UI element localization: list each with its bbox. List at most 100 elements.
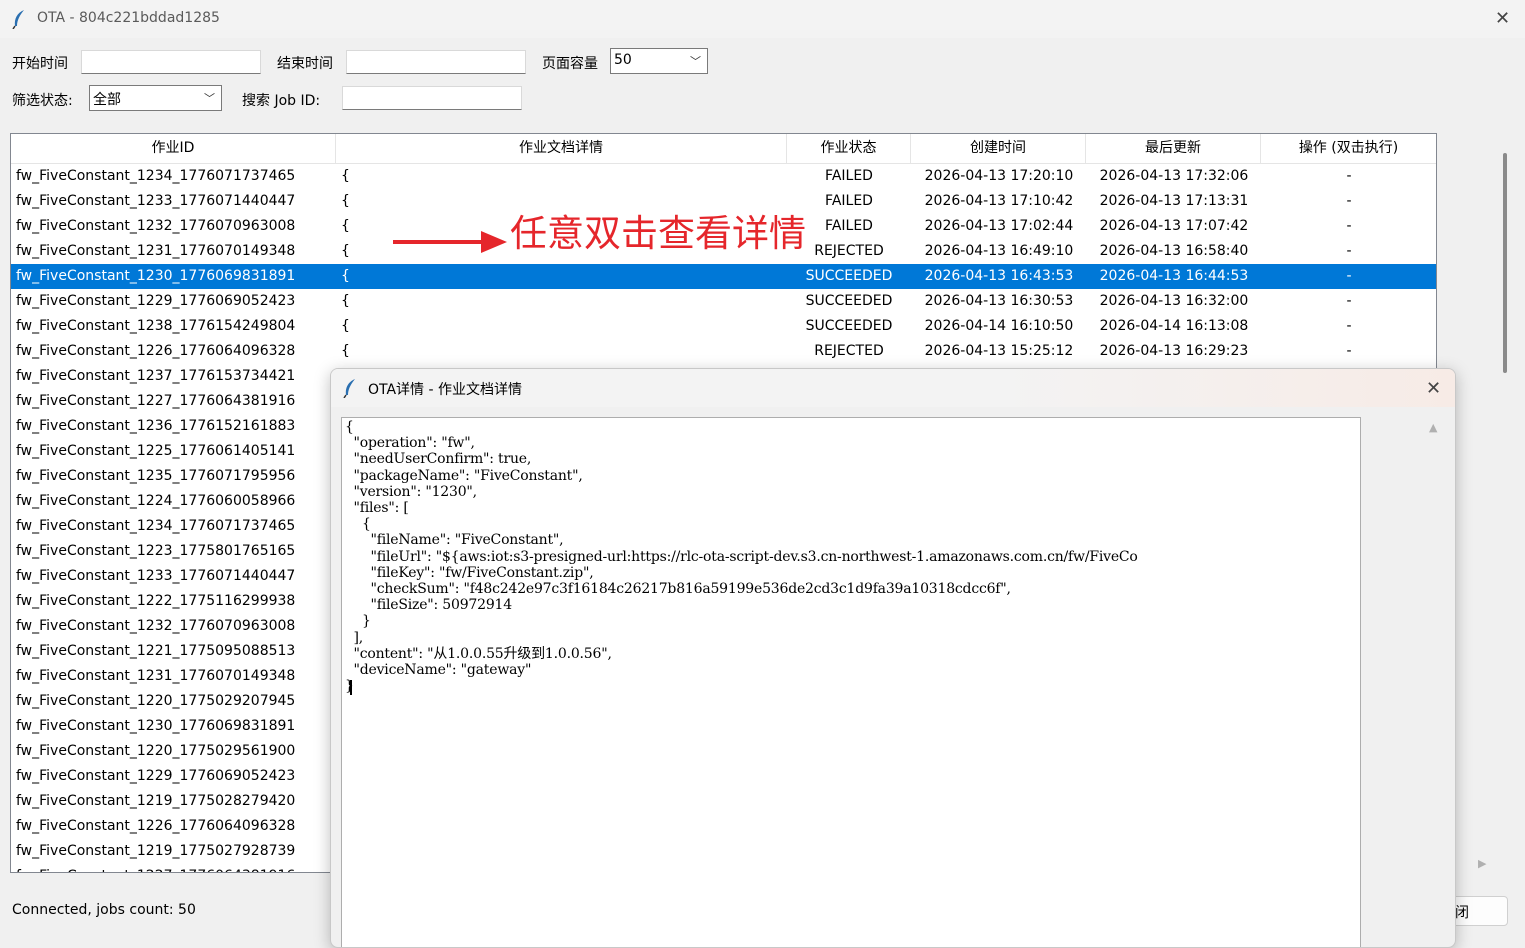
action-cell: - xyxy=(1346,168,1352,184)
job-id-cell: fw_FiveConstant_1231_1776070149348 xyxy=(16,668,296,684)
action-cell: - xyxy=(1346,318,1352,334)
doc-detail-cell: { xyxy=(341,268,350,284)
job-id-cell: fw_FiveConstant_1222_1775116299938 xyxy=(16,593,296,609)
created-cell: 2026-04-13 16:43:53 xyxy=(924,268,1074,284)
updated-cell: 2026-04-13 16:58:40 xyxy=(1099,243,1249,259)
created-cell: 2026-04-13 15:25:12 xyxy=(924,343,1074,359)
close-button-label: 闭 xyxy=(1455,905,1469,921)
status-cell: SUCCEEDED xyxy=(805,293,893,309)
table-row[interactable]: fw_FiveConstant_1226_1776064096328 { REJEC… xyxy=(11,339,1436,364)
job-id-cell: fw_FiveConstant_1220_1775029207945 xyxy=(16,693,296,709)
dialog-close-button[interactable]: ✕ xyxy=(1426,380,1441,398)
job-id-cell: fw_FiveConstant_1235_1776071795956 xyxy=(16,468,296,484)
column-header-actions[interactable]: 操作 (双击执行) xyxy=(1261,134,1436,163)
job-id-cell: fw_FiveConstant_1232_1776070963008 xyxy=(16,218,296,234)
column-header-job-id[interactable]: 作业ID xyxy=(11,134,336,163)
created-cell: 2026-04-13 16:49:10 xyxy=(924,243,1074,259)
job-id-cell: fw_FiveConstant_1223_1775801765165 xyxy=(16,543,296,559)
action-cell: - xyxy=(1346,343,1352,359)
created-cell: 2026-04-14 16:10:50 xyxy=(924,318,1074,334)
text-caret xyxy=(350,680,352,695)
doc-detail-cell: { xyxy=(341,168,350,184)
job-id-cell: fw_FiveConstant_1227_1776064381916 xyxy=(16,393,296,409)
updated-cell: 2026-04-13 16:44:53 xyxy=(1099,268,1249,284)
scroll-right-icon[interactable]: ▶ xyxy=(1478,857,1486,870)
page-size-select[interactable]: 50 ﹀ xyxy=(610,48,708,74)
table-header: 作业ID 作业文档详情 作业状态 创建时间 最后更新 操作 (双击执行) xyxy=(11,134,1436,164)
updated-cell: 2026-04-13 16:32:00 xyxy=(1099,293,1249,309)
action-cell: - xyxy=(1346,218,1352,234)
job-id-cell: fw_FiveConstant_1224_1776060058966 xyxy=(16,493,296,509)
detail-dialog: OTA详情 - 作业文档详情 ✕ { "operation": "fw", "n… xyxy=(330,368,1456,948)
job-id-cell: fw_FiveConstant_1231_1776070149348 xyxy=(16,243,296,259)
page-size-label: 页面容量 xyxy=(542,56,598,72)
doc-detail-textarea[interactable]: { "operation": "fw", "needUserConfirm": … xyxy=(341,417,1361,947)
created-cell: 2026-04-13 17:10:42 xyxy=(924,193,1074,209)
column-header-status[interactable]: 作业状态 xyxy=(787,134,911,163)
annotation-arrow xyxy=(393,240,483,244)
start-time-input[interactable] xyxy=(81,50,261,74)
scroll-up-icon[interactable]: ▲ xyxy=(1429,421,1437,434)
column-header-doc-detail[interactable]: 作业文档详情 xyxy=(336,134,787,163)
table-row[interactable]: fw_FiveConstant_1229_1776069052423 { SUCCE… xyxy=(11,289,1436,314)
job-id-cell: fw_FiveConstant_1219_1775028279420 xyxy=(16,793,296,809)
column-header-created[interactable]: 创建时间 xyxy=(911,134,1086,163)
job-id-cell: fw_FiveConstant_1232_1776070963008 xyxy=(16,618,296,634)
window-title: OTA - 804c221bddad1285 xyxy=(37,10,220,26)
window-close-button[interactable]: ✕ xyxy=(1495,10,1510,28)
status-filter-label: 筛选状态: xyxy=(12,93,73,109)
job-id-cell: fw_FiveConstant_1226_1776064096328 xyxy=(16,343,296,359)
action-cell: - xyxy=(1346,293,1352,309)
annotation-arrow-head xyxy=(481,231,507,253)
status-cell: SUCCEEDED xyxy=(805,318,893,334)
job-id-cell: fw_FiveConstant_1230_1776069831891 xyxy=(16,268,296,284)
chevron-down-icon: ﹀ xyxy=(690,55,701,68)
status-cell: REJECTED xyxy=(814,343,884,359)
job-id-cell: fw_FiveConstant_1226_1776064096328 xyxy=(16,818,296,834)
job-id-cell: fw_FiveConstant_1238_1776154249804 xyxy=(16,318,296,334)
doc-detail-cell: { xyxy=(341,343,350,359)
job-id-cell: fw_FiveConstant_1233_1776071440447 xyxy=(16,568,296,584)
job-id-cell: fw_FiveConstant_1234_1776071737465 xyxy=(16,168,296,184)
doc-detail-cell: { xyxy=(341,318,350,334)
end-time-input[interactable] xyxy=(346,50,526,74)
window-titlebar: OTA - 804c221bddad1285 ✕ xyxy=(0,0,1525,38)
search-job-label: 搜索 Job ID: xyxy=(242,93,321,109)
job-id-cell: fw_FiveConstant_1229_1776069052423 xyxy=(16,293,296,309)
column-header-updated[interactable]: 最后更新 xyxy=(1086,134,1261,163)
chevron-down-icon: ﹀ xyxy=(204,92,215,105)
vertical-scrollbar[interactable] xyxy=(1503,153,1507,373)
table-row[interactable]: fw_FiveConstant_1230_1776069831891 { SUCCE… xyxy=(11,264,1436,289)
job-id-cell: fw_FiveConstant_1236_1776152161883 xyxy=(16,418,296,434)
table-row[interactable]: fw_FiveConstant_1238_1776154249804 { SUCCE… xyxy=(11,314,1436,339)
job-id-cell: fw_FiveConstant_1234_1776071737465 xyxy=(16,518,296,534)
job-id-cell: fw_FiveConstant_1220_1775029561900 xyxy=(16,743,296,759)
status-cell: SUCCEEDED xyxy=(805,268,893,284)
job-id-cell: fw_FiveConstant_1237_1776153734421 xyxy=(16,368,296,384)
updated-cell: 2026-04-13 17:32:06 xyxy=(1099,168,1249,184)
job-id-cell: fw_FiveConstant_1227_1776064381916 xyxy=(16,864,336,872)
status-filter-select[interactable]: 全部 ﹀ xyxy=(89,85,222,111)
search-job-input[interactable] xyxy=(342,86,522,110)
updated-cell: 2026-04-13 17:13:31 xyxy=(1099,193,1249,209)
table-row[interactable]: fw_FiveConstant_1234_1776071737465 {FAILE… xyxy=(11,164,1436,189)
action-cell: - xyxy=(1346,193,1352,209)
status-text: Connected, jobs count: 50 xyxy=(12,902,196,918)
doc-detail-content: { "operation": "fw", "needUserConfirm": … xyxy=(345,419,1138,694)
job-id-cell: fw_FiveConstant_1225_1776061405141 xyxy=(16,443,296,459)
job-id-cell: fw_FiveConstant_1219_1775027928739 xyxy=(16,843,296,859)
created-cell: 2026-04-13 17:20:10 xyxy=(924,168,1074,184)
start-time-label: 开始时间 xyxy=(12,56,68,72)
job-id-cell: fw_FiveConstant_1221_1775095088513 xyxy=(16,643,296,659)
status-filter-value: 全部 xyxy=(93,92,121,108)
doc-detail-cell: { xyxy=(341,293,350,309)
annotation-text: 任意双击查看详情 xyxy=(510,212,806,255)
updated-cell: 2026-04-13 17:07:42 xyxy=(1099,218,1249,234)
updated-cell: 2026-04-13 16:29:23 xyxy=(1099,343,1249,359)
dialog-title: OTA详情 - 作业文档详情 xyxy=(368,382,523,398)
action-cell: - xyxy=(1346,268,1352,284)
feather-icon xyxy=(343,379,355,398)
end-time-label: 结束时间 xyxy=(277,56,333,72)
job-id-cell: fw_FiveConstant_1229_1776069052423 xyxy=(16,768,296,784)
updated-cell: 2026-04-14 16:13:08 xyxy=(1099,318,1249,334)
